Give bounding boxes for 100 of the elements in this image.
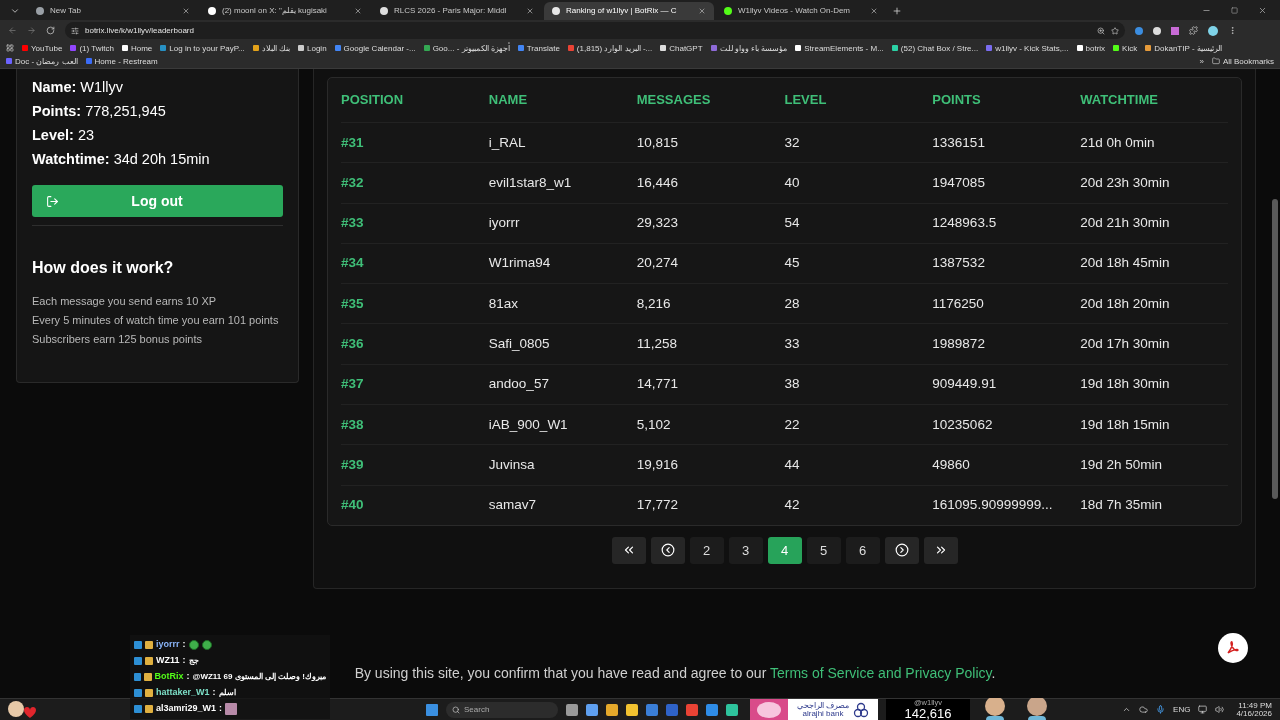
close-icon[interactable] <box>698 7 706 15</box>
close-icon[interactable] <box>354 7 362 15</box>
chat-message: اسلم <box>218 687 236 699</box>
pdf-button[interactable] <box>1218 633 1248 663</box>
bookmark[interactable]: Kick <box>1113 42 1138 54</box>
cloud-icon[interactable] <box>1139 705 1149 714</box>
page-button[interactable]: 2 <box>689 536 724 564</box>
extension-icon[interactable] <box>1153 26 1161 35</box>
table-cell-text: #36 <box>341 335 365 353</box>
last-page-button[interactable] <box>923 536 958 564</box>
language-indicator[interactable]: ENG <box>1173 703 1191 716</box>
taskbar-app-icon[interactable] <box>586 703 598 716</box>
table-cell-text: 19d 18h 30min <box>1080 375 1171 394</box>
all-bookmarks-button[interactable]: All Bookmarks <box>1211 55 1274 67</box>
new-tab-icon[interactable] <box>892 6 902 16</box>
browser-tab[interactable]: RLCS 2026 - Paris Major: Middl <box>372 2 542 20</box>
display-icon[interactable] <box>1198 705 1208 714</box>
taskbar-app-icon[interactable] <box>566 703 578 716</box>
bookmark[interactable]: (1,815) البريد الوارد -... <box>567 42 653 54</box>
table-cell-text: 1989872 <box>932 335 986 353</box>
bookmark[interactable]: Google Calendar -... <box>334 42 416 54</box>
bookmark[interactable]: w1llyv - Kick Stats,... <box>986 42 1069 54</box>
page-button[interactable]: 3 <box>728 536 763 564</box>
close-icon[interactable] <box>870 7 878 15</box>
browser-tab[interactable]: Ranking of w1llyv | BotRix — C <box>544 2 714 20</box>
browser-tab[interactable]: (2) moonl on X: "يقلم kugisaki <box>200 2 370 20</box>
zoom-icon[interactable] <box>1097 26 1105 35</box>
bookmark[interactable]: بنك البلاد <box>252 42 290 54</box>
clock[interactable]: 11:49 PM 4/16/2026 <box>1232 701 1276 718</box>
chat-username: al3amri29_W1 <box>156 702 217 716</box>
table-cell-text: 81ax <box>488 294 520 313</box>
browser-tab[interactable]: New Tab <box>28 2 198 20</box>
page-button[interactable]: 6 <box>845 536 880 564</box>
site-settings-icon[interactable] <box>71 26 79 35</box>
avatar-icon[interactable] <box>1208 25 1218 36</box>
table-cell-text: 20,274 <box>636 254 679 273</box>
browser-tab[interactable]: W1llyv Videos - Watch On-Dem <box>716 2 886 20</box>
more-bookmarks-button[interactable]: » <box>1199 55 1204 67</box>
bookmark[interactable]: Home - Restream <box>85 55 158 67</box>
tab-search-icon[interactable] <box>10 6 20 16</box>
bookmark[interactable]: Login <box>298 42 327 54</box>
search-field[interactable]: Search <box>446 701 558 718</box>
microphone-icon[interactable] <box>1156 705 1166 714</box>
table-cell-text: 16,446 <box>636 173 679 192</box>
close-icon[interactable] <box>1258 6 1267 15</box>
taskbar-app-icon[interactable] <box>726 703 738 716</box>
apps-icon[interactable] <box>6 44 14 52</box>
maximize-icon[interactable] <box>1231 7 1238 14</box>
bookmark[interactable]: (1) Twitch <box>70 42 114 54</box>
table-cell-text: 32 <box>784 133 801 152</box>
bookmark[interactable]: DokanTIP - الرئيسية <box>1145 42 1222 54</box>
page-button[interactable]: 5 <box>806 536 841 564</box>
bookmark[interactable]: Doc - العب رمضان <box>6 55 78 67</box>
menu-icon[interactable] <box>1228 26 1237 35</box>
bookmark[interactable]: Translate <box>517 42 560 54</box>
column-header: POSITION <box>341 91 405 110</box>
taskbar-app-icon[interactable] <box>646 703 658 716</box>
bookmark[interactable]: botrix <box>1076 42 1106 54</box>
bookmark[interactable]: Goo... - أجهزة الكمبيوتر <box>423 42 510 54</box>
table-cell-text: #32 <box>341 173 365 192</box>
info-text: Each message you send earns 10 XP <box>32 294 218 309</box>
table-cell-text: 20d 23h 30min <box>1080 173 1171 192</box>
next-page-button[interactable] <box>884 536 919 564</box>
table-cell-text: 8,216 <box>636 294 672 313</box>
extension-icon[interactable] <box>1171 26 1179 35</box>
bookmark-star-icon[interactable] <box>1111 26 1119 35</box>
taskbar-app-icon[interactable] <box>626 703 638 716</box>
reload-icon[interactable] <box>46 26 55 35</box>
bookmark[interactable]: ChatGPT <box>660 42 703 54</box>
bookmark[interactable]: Log in to your PayP... <box>160 42 245 54</box>
table-cell-text: W1rima94 <box>488 254 552 273</box>
extensions-icon[interactable] <box>1189 26 1198 35</box>
taskbar-app-icon[interactable] <box>606 703 618 716</box>
first-page-button[interactable] <box>611 536 646 564</box>
bookmark[interactable]: StreamElements - M... <box>795 42 884 54</box>
table-cell-text: 28 <box>784 294 801 313</box>
address-field[interactable]: botrix.live/k/w1llyv/leaderboard <box>65 22 1125 39</box>
previous-page-button[interactable] <box>650 536 685 564</box>
bookmark[interactable]: مؤسسة باء وواو للت <box>710 42 788 54</box>
close-icon[interactable] <box>182 7 190 15</box>
start-icon[interactable] <box>426 703 438 716</box>
close-icon[interactable] <box>526 7 534 15</box>
info-text: Subscribers earn 125 bonus points <box>32 332 203 347</box>
tray-expand-icon[interactable] <box>1122 705 1132 714</box>
volume-icon[interactable] <box>1215 705 1225 714</box>
table-cell-text: 10,815 <box>636 133 679 152</box>
bookmark[interactable]: YouTube <box>22 42 63 54</box>
table-cell-text: 1387532 <box>932 254 986 273</box>
sponsor-text: مصرف الراجحي <box>796 701 850 710</box>
table-cell-text: #35 <box>341 294 365 313</box>
emote-icon <box>201 640 212 650</box>
chat-separator: : <box>186 670 190 684</box>
bookmark[interactable]: Home <box>121 42 153 54</box>
taskbar-app-icon[interactable] <box>686 703 698 716</box>
bookmark[interactable]: (52) Chat Box / Stre... <box>891 42 979 54</box>
chevron-right-icon <box>894 543 909 558</box>
tab-title: W1llyv Videos - Watch On-Dem <box>738 5 852 17</box>
table-cell-text: i_RAL <box>488 133 527 152</box>
taskbar-app-icon[interactable] <box>706 703 718 716</box>
chevron-left-icon <box>660 543 675 558</box>
